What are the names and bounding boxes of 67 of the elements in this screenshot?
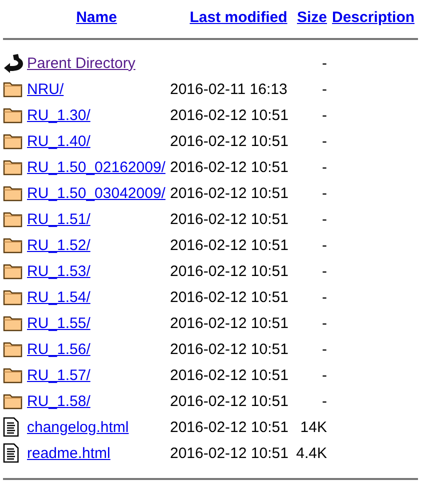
folder-icon <box>3 106 23 124</box>
folder-icon <box>3 132 23 150</box>
file-size: - <box>322 184 327 202</box>
modified-date: 2016-02-12 10:51 <box>170 314 290 332</box>
file-size: - <box>322 106 327 124</box>
file-size: - <box>322 158 327 176</box>
file-size: - <box>322 210 327 228</box>
file-size: - <box>322 262 327 280</box>
folder-link[interactable]: RU_1.30/ <box>27 106 90 124</box>
modified-date: 2016-02-12 10:51 <box>170 288 290 306</box>
folder-icon <box>3 392 23 410</box>
file-size: - <box>322 392 327 410</box>
folder-link[interactable]: RU_1.53/ <box>27 262 90 280</box>
modified-date: 2016-02-12 10:51 <box>170 184 290 202</box>
document-icon <box>3 417 19 437</box>
folder-link[interactable]: RU_1.55/ <box>27 314 90 332</box>
folder-icon <box>3 262 23 280</box>
folder-link[interactable]: RU_1.51/ <box>27 210 90 228</box>
file-size: - <box>322 314 327 332</box>
file-size: - <box>322 80 327 98</box>
modified-date: 2016-02-12 10:51 <box>170 340 290 358</box>
modified-date: 2016-02-11 16:13 <box>170 80 288 98</box>
folder-link[interactable]: RU_1.52/ <box>27 236 90 254</box>
file-size: - <box>322 54 327 72</box>
file-link[interactable]: changelog.html <box>27 418 129 436</box>
folder-icon <box>3 314 23 332</box>
folder-icon <box>3 158 23 176</box>
folder-link[interactable]: NRU/ <box>27 80 64 98</box>
file-size: - <box>322 288 327 306</box>
modified-date: 2016-02-12 10:51 <box>170 418 290 436</box>
modified-date: 2016-02-12 10:51 <box>170 366 290 384</box>
folder-link[interactable]: RU_1.57/ <box>27 366 90 384</box>
folder-icon <box>3 210 23 228</box>
file-link[interactable]: readme.html <box>27 444 110 462</box>
modified-date: 2016-02-12 10:51 <box>170 392 290 410</box>
last-modified-column-header[interactable]: Last modified <box>190 8 288 26</box>
folder-icon <box>3 80 23 98</box>
folder-link[interactable]: RU_1.50_02162009/ <box>27 158 166 176</box>
file-size: 14K <box>300 418 327 436</box>
folder-icon <box>3 340 23 358</box>
name-column-header[interactable]: Name <box>76 8 117 26</box>
folder-link[interactable]: RU_1.54/ <box>27 288 90 306</box>
file-size: - <box>322 236 327 254</box>
size-column-header[interactable]: Size <box>296 8 327 26</box>
folder-link[interactable]: RU_1.40/ <box>27 132 90 150</box>
modified-date: 2016-02-12 10:51 <box>170 106 290 124</box>
folder-icon <box>3 236 23 254</box>
folder-icon <box>3 184 23 202</box>
modified-date: 2016-02-12 10:51 <box>170 132 290 150</box>
file-size: 4.4K <box>296 444 327 462</box>
file-size: - <box>322 132 327 150</box>
modified-date: 2016-02-12 10:51 <box>170 210 290 228</box>
folder-link[interactable]: RU_1.56/ <box>27 340 90 358</box>
folder-icon <box>3 288 23 306</box>
modified-date: 2016-02-12 10:51 <box>170 444 290 462</box>
back-arrow-icon <box>3 53 25 73</box>
folder-link[interactable]: RU_1.50_03042009/ <box>27 184 166 202</box>
file-size: - <box>322 366 327 384</box>
folder-link[interactable]: RU_1.58/ <box>27 392 90 410</box>
modified-date: 2016-02-12 10:51 <box>170 236 290 254</box>
document-icon <box>3 443 19 463</box>
file-size: - <box>322 340 327 358</box>
modified-date: 2016-02-12 10:51 <box>170 262 290 280</box>
parent-directory-link[interactable]: Parent Directory <box>27 54 136 72</box>
folder-icon <box>3 366 23 384</box>
modified-date: 2016-02-12 10:51 <box>170 158 290 176</box>
description-column-header[interactable]: Description <box>332 8 415 26</box>
